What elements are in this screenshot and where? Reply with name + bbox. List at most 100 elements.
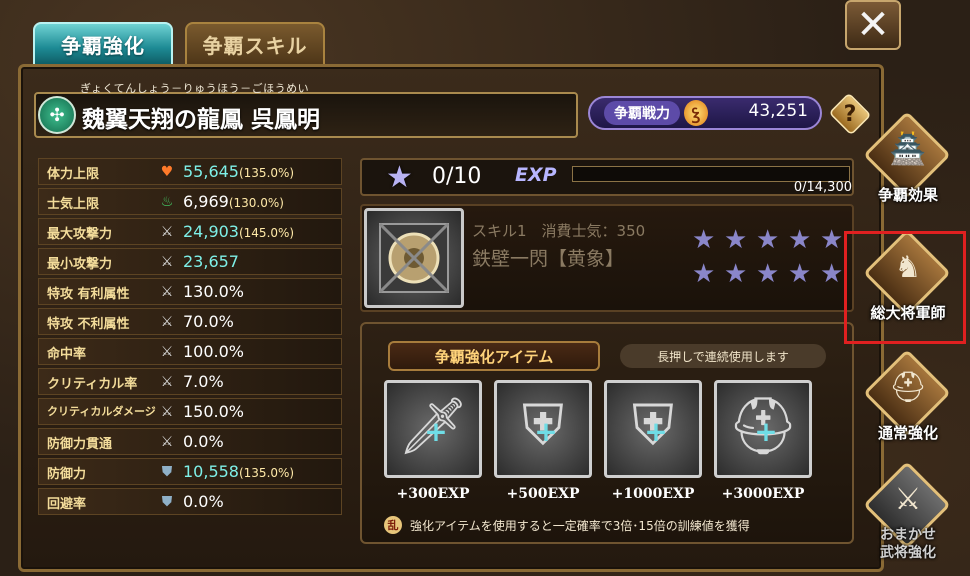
stat-label: クリティカルダメージ: [47, 405, 156, 418]
tab-skill[interactable]: 争覇スキル: [185, 22, 325, 66]
plus-icon: +: [424, 415, 448, 448]
stat-label: 防御力: [47, 467, 87, 482]
stat-value: 23,657: [183, 252, 239, 271]
stat-value: 100.0%: [183, 342, 245, 361]
star-icon: ★: [386, 160, 413, 195]
item-exp-label: +1000EXP: [611, 486, 695, 502]
stat-label: 特攻 有利属性: [47, 287, 130, 302]
stat-label: 回避率: [47, 497, 87, 512]
stat-label: 最大攻撃力: [47, 227, 113, 242]
note-badge-icon: 乱: [384, 516, 402, 534]
sword-icon: ⚔: [160, 344, 174, 360]
skill-star-icon: ★: [692, 225, 716, 255]
stat-value: 24,903(145.0%): [183, 222, 295, 241]
stat-value: 6,969(130.0%): [183, 192, 284, 211]
shield-icon: ⛊: [161, 464, 173, 480]
skill-star-icon: ★: [724, 259, 748, 289]
side-button[interactable]: 🏯 争覇効果: [858, 111, 958, 218]
plus-icon: +: [754, 415, 778, 448]
shield-crest-icon: [378, 222, 450, 294]
stat-label: クリティカル率: [47, 377, 138, 392]
stat-value: 0.0%: [183, 432, 224, 451]
item-exp-label: +300EXP: [396, 486, 470, 502]
stat-row: 回避率 ⛊ 0.0%: [38, 488, 342, 515]
stat-percent: (135.0%): [238, 166, 295, 180]
stat-row: 士気上限 ♨ 6,969(130.0%): [38, 188, 342, 215]
skill-star-icon: ★: [788, 225, 812, 255]
skill-star-icon: ★: [756, 259, 780, 289]
stat-percent: (145.0%): [238, 226, 295, 240]
stat-row: クリティカルダメージ ⚔ 150.0%: [38, 398, 342, 425]
stat-label: 防御力貫通: [47, 437, 113, 452]
exp-label: EXP: [515, 164, 557, 186]
stat-value: 70.0%: [183, 312, 234, 331]
power-value: 43,251: [748, 101, 808, 121]
general-name-ruby: ぎょくてんしょう－りゅうほう－ごほうめい: [80, 82, 310, 95]
skill-name: 鉄壁一閃【黄象】: [472, 248, 625, 270]
stat-value: 55,645(135.0%): [183, 162, 295, 181]
skill-star-icon: ★: [692, 259, 716, 289]
stat-row: 命中率 ⚔ 100.0%: [38, 338, 342, 365]
stat-label: 士気上限: [47, 197, 100, 212]
item-card[interactable]: ⛑ +: [714, 380, 812, 478]
stat-label: 最小攻撃力: [47, 257, 113, 272]
side-button-icon: 🏯: [889, 132, 927, 167]
item-exp-label: +500EXP: [506, 486, 580, 502]
side-button[interactable]: ⛑ 通常強化: [858, 349, 958, 456]
selection-highlight: [844, 231, 966, 344]
shield-icon: ⛊: [161, 494, 173, 510]
item-card[interactable]: 🗡 +: [384, 380, 482, 478]
plus-icon: +: [534, 415, 558, 448]
stat-value: 150.0%: [183, 402, 245, 421]
item-card[interactable]: ⛨ +: [494, 380, 592, 478]
tab-enhance[interactable]: 争覇強化: [33, 22, 173, 66]
stat-value: 10,558(135.0%): [183, 462, 295, 481]
exp-progress-text: 0/14,300: [793, 180, 852, 195]
side-button[interactable]: ⚔ おまかせ 武将強化: [858, 461, 958, 568]
close-button[interactable]: ✕: [845, 0, 901, 50]
stat-row: クリティカル率 ⚔ 7.0%: [38, 368, 342, 395]
skill-star-icon: ★: [724, 225, 748, 255]
side-button-icon: ⛑: [888, 370, 928, 405]
items-hint: 長押しで連続使用します: [620, 344, 826, 368]
stat-row: 防御力 ⛊ 10,558(135.0%): [38, 458, 342, 485]
items-header: 争覇強化アイテム: [388, 341, 600, 371]
side-button-icon: ⚔: [894, 482, 922, 517]
items-note-text: 強化アイテムを使用すると一定確率で3倍･15倍の訓練値を獲得: [410, 518, 750, 533]
stat-percent: (130.0%): [228, 196, 284, 210]
skill-image[interactable]: [364, 208, 464, 308]
skill-subtitle: スキル1 消費士気：350: [472, 222, 646, 240]
stat-value: 7.0%: [183, 372, 224, 391]
stat-row: 特攻 有利属性 ⚔ 130.0%: [38, 278, 342, 305]
sword-icon: ⚔: [160, 314, 174, 330]
stat-value: 130.0%: [183, 282, 245, 301]
general-name: 魏翼天翔の龍鳳 呉鳳明: [82, 107, 321, 133]
item-card[interactable]: ⛨ +: [604, 380, 702, 478]
emblem-icon: ✣: [38, 96, 76, 134]
stat-row: 最小攻撃力 ⚔ 23,657: [38, 248, 342, 275]
stat-row: 体力上限 ♥ 55,645(135.0%): [38, 158, 342, 185]
stat-row: 特攻 不利属性 ⚔ 70.0%: [38, 308, 342, 335]
item-exp-label: +3000EXP: [721, 486, 805, 502]
sword-icon: ⚔: [160, 374, 174, 390]
stat-label: 体力上限: [47, 167, 100, 182]
sword-icon: ⚔: [160, 224, 174, 240]
stat-label: 命中率: [47, 347, 87, 362]
sword-icon: ⚔: [160, 434, 174, 450]
side-button-label: 争覇効果: [877, 186, 938, 204]
power-icon: ꝣ: [684, 100, 708, 126]
sword-icon: ⚔: [160, 254, 174, 270]
side-button-label: 通常強化: [877, 424, 938, 442]
skill-star-icon: ★: [788, 259, 812, 289]
sword-icon: ⚔: [160, 404, 174, 420]
plus-icon: +: [644, 415, 668, 448]
skill-star-icon: ★: [756, 225, 780, 255]
power-label: 争覇戦力: [604, 101, 680, 125]
stat-row: 防御力貫通 ⚔ 0.0%: [38, 428, 342, 455]
flame-icon: ♨: [160, 194, 174, 210]
stat-value: 0.0%: [183, 492, 224, 511]
stat-label: 特攻 不利属性: [47, 317, 130, 332]
stat-percent: (135.0%): [238, 466, 295, 480]
sword-icon: ⚔: [160, 284, 174, 300]
enhance-level: 0/10: [432, 164, 482, 189]
